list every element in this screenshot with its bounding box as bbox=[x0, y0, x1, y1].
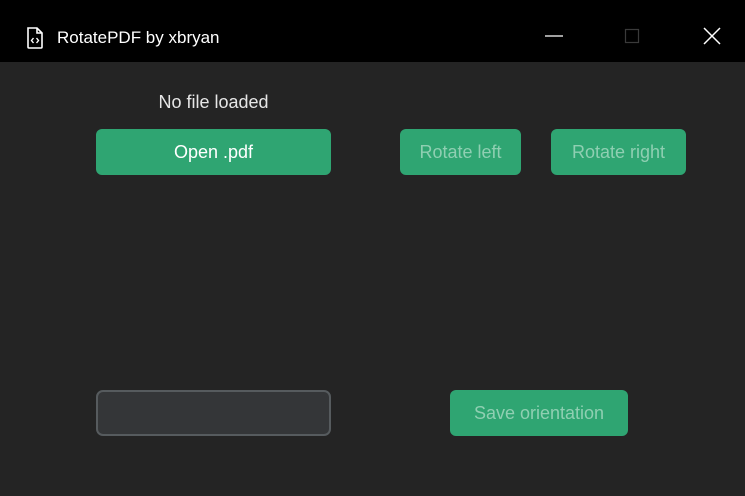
minimize-button[interactable] bbox=[532, 14, 578, 60]
title-bar[interactable]: RotatePDF by xbryan bbox=[0, 0, 745, 62]
file-status-label: No file loaded bbox=[158, 92, 269, 112]
rotate-left-button[interactable]: Rotate left bbox=[400, 129, 521, 175]
maximize-icon bbox=[624, 28, 640, 44]
pdf-file-icon bbox=[25, 27, 45, 49]
filename-input[interactable] bbox=[96, 390, 331, 436]
maximize-button[interactable] bbox=[609, 14, 655, 60]
app-window: RotatePDF by xbryan No file loaded Open … bbox=[0, 0, 745, 496]
open-pdf-button[interactable]: Open .pdf bbox=[96, 129, 331, 175]
close-button[interactable] bbox=[689, 14, 735, 60]
window-title: RotatePDF by xbryan bbox=[57, 28, 220, 47]
minimize-icon bbox=[545, 35, 563, 37]
rotate-right-button[interactable]: Rotate right bbox=[551, 129, 686, 175]
save-orientation-button[interactable]: Save orientation bbox=[450, 390, 628, 436]
close-icon bbox=[703, 27, 721, 45]
